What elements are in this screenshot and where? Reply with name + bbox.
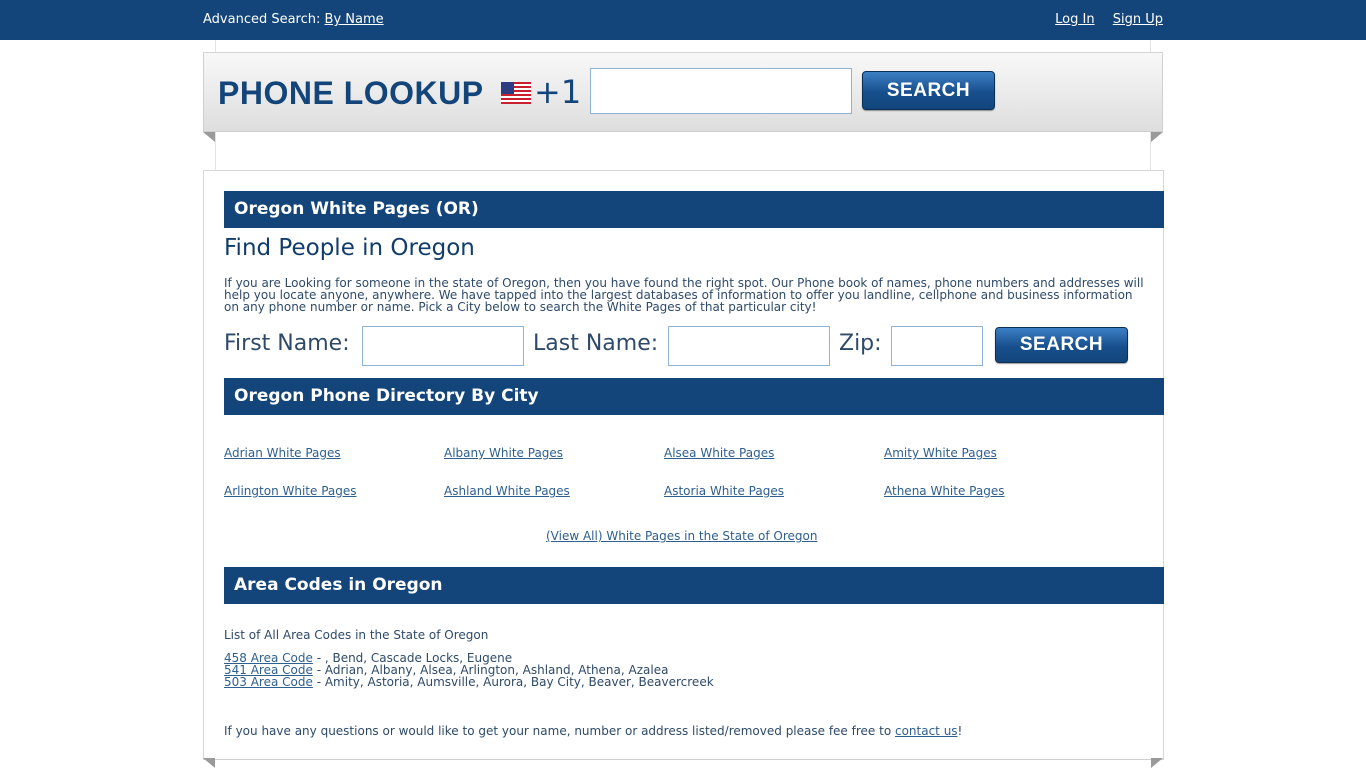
area-codes-intro: List of All Area Codes in the State of O…	[224, 628, 489, 642]
top-nav-inner: Advanced Search: By Name Log In Sign Up	[203, 0, 1163, 40]
top-nav-bar: Advanced Search: By Name Log In Sign Up	[0, 0, 1366, 40]
panel-fold-left	[203, 132, 215, 142]
white-pages-header: Oregon White Pages (OR)	[224, 191, 1164, 228]
city-link[interactable]: Alsea White Pages	[664, 446, 774, 460]
signup-link[interactable]: Sign Up	[1113, 12, 1163, 27]
city-link[interactable]: Athena White Pages	[884, 484, 1004, 498]
city-link[interactable]: Adrian White Pages	[224, 446, 341, 460]
footer-note: If you have any questions or would like …	[224, 724, 962, 738]
contact-us-link[interactable]: contact us	[895, 724, 958, 738]
list-item: 503 Area Code - Amity, Astoria, Aumsvill…	[224, 676, 714, 688]
name-search-button[interactable]: SEARCH	[995, 327, 1128, 363]
area-codes-header: Area Codes in Oregon	[224, 567, 1164, 604]
directory-header: Oregon Phone Directory By City	[224, 378, 1164, 415]
view-all-link[interactable]: (View All) White Pages in the State of O…	[546, 529, 817, 543]
footer-text: If you have any questions or would like …	[224, 724, 895, 738]
city-link[interactable]: Ashland White Pages	[444, 484, 570, 498]
page-heading: Find People in Oregon	[224, 235, 475, 261]
intro-paragraph: If you are Looking for someone in the st…	[224, 276, 1144, 314]
name-search-form: First Name: Last Name: Zip: SEARCH	[224, 326, 1144, 368]
phone-number-input[interactable]	[590, 68, 852, 114]
main-fold-left	[203, 758, 215, 768]
zip-input[interactable]	[891, 326, 983, 366]
main-fold-right	[1151, 758, 1163, 768]
by-name-link[interactable]: By Name	[325, 12, 384, 27]
city-link[interactable]: Astoria White Pages	[664, 484, 784, 498]
us-flag-icon	[501, 82, 531, 104]
phone-lookup-panel: PHONE LOOKUP +1 SEARCH	[203, 52, 1163, 132]
zip-label: Zip:	[839, 331, 882, 356]
main-content-panel: Oregon White Pages (OR) Find People in O…	[203, 170, 1164, 760]
phone-search-button[interactable]: SEARCH	[862, 71, 995, 110]
city-link[interactable]: Arlington White Pages	[224, 484, 357, 498]
area-code-list: 458 Area Code - , Bend, Cascade Locks, E…	[224, 652, 714, 688]
login-link[interactable]: Log In	[1055, 12, 1094, 27]
sheet-edge-lower	[215, 132, 1151, 170]
last-name-input[interactable]	[668, 326, 830, 366]
area-code-cities: - Amity, Astoria, Aumsville, Aurora, Bay…	[312, 675, 714, 689]
footer-text-end: !	[957, 724, 963, 738]
city-link[interactable]: Albany White Pages	[444, 446, 563, 460]
first-name-label: First Name:	[224, 331, 350, 356]
area-code-link[interactable]: 503 Area Code	[224, 675, 313, 689]
advanced-search: Advanced Search: By Name	[203, 12, 384, 27]
panel-fold-right	[1151, 132, 1163, 142]
first-name-input[interactable]	[362, 326, 524, 366]
city-link[interactable]: Amity White Pages	[884, 446, 997, 460]
auth-links: Log In Sign Up	[1041, 12, 1163, 27]
advanced-search-label: Advanced Search:	[203, 12, 325, 27]
country-code: +1	[534, 73, 582, 111]
brand-title: PHONE LOOKUP	[218, 75, 484, 111]
last-name-label: Last Name:	[533, 331, 659, 356]
